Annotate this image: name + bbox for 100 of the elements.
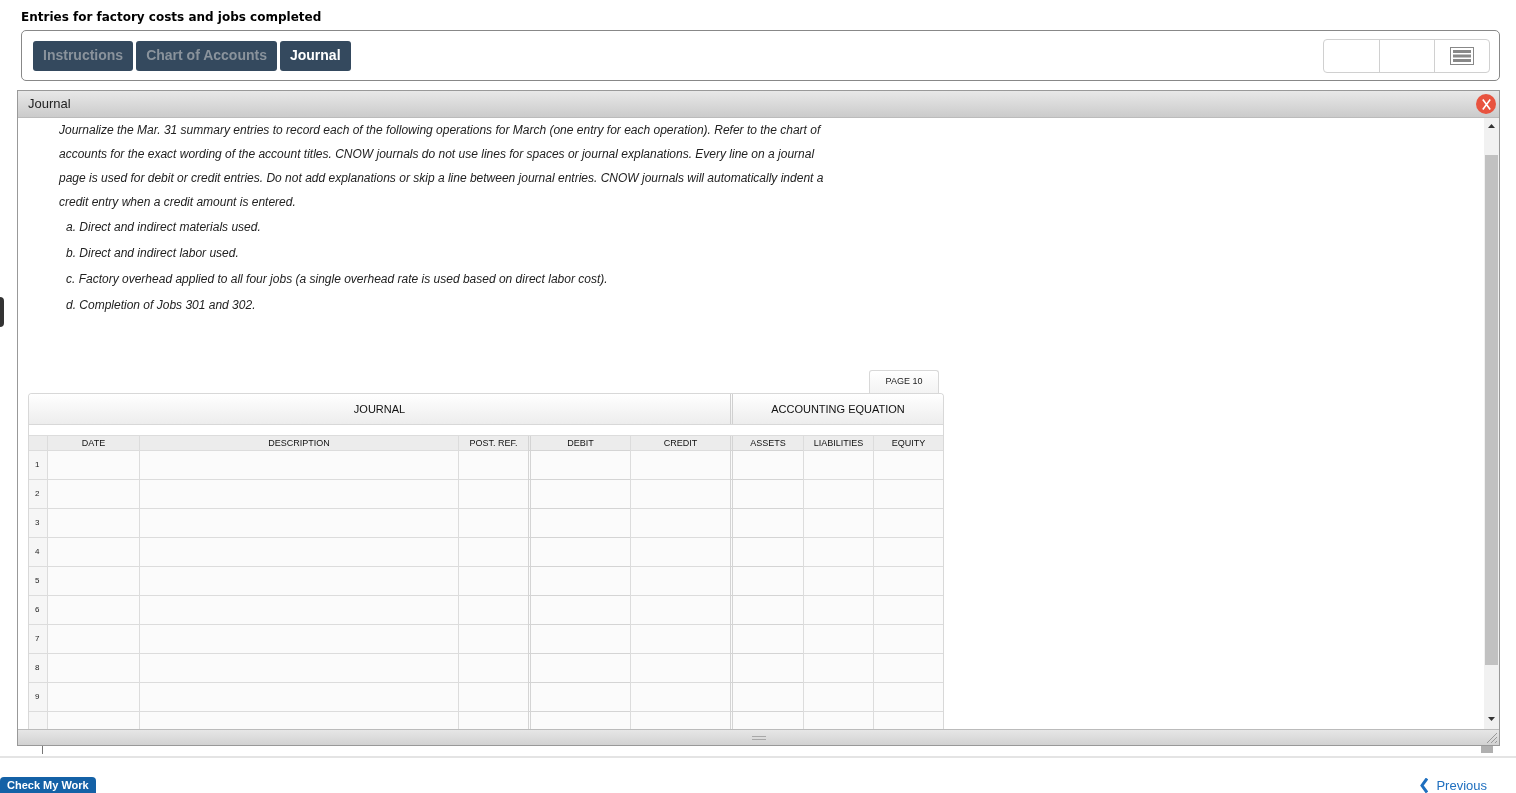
entry-field[interactable] — [47, 683, 139, 712]
entry-field[interactable] — [139, 683, 458, 712]
list-icon — [1450, 46, 1474, 65]
entry-field[interactable] — [47, 654, 139, 683]
entry-field[interactable] — [458, 480, 528, 509]
operation-item: b. Direct and indirect labor used. — [66, 245, 239, 262]
entry-field[interactable] — [139, 596, 458, 625]
entry-field[interactable] — [139, 712, 458, 729]
entry-field[interactable] — [803, 480, 873, 509]
entry-field[interactable] — [139, 480, 458, 509]
entry-field[interactable] — [528, 567, 630, 596]
entry-field[interactable] — [458, 712, 528, 729]
entry-field[interactable] — [630, 596, 730, 625]
entry-field[interactable] — [458, 538, 528, 567]
entry-field[interactable] — [803, 596, 873, 625]
entry-field[interactable] — [803, 451, 873, 480]
entry-field[interactable] — [528, 683, 630, 712]
entry-field[interactable] — [139, 625, 458, 654]
entry-field[interactable] — [873, 451, 943, 480]
row-number: 4 — [29, 538, 47, 567]
check-my-work-button[interactable]: Check My Work — [0, 777, 96, 793]
entry-field[interactable] — [528, 480, 630, 509]
page-tab[interactable]: PAGE 10 — [869, 370, 939, 393]
entry-field[interactable] — [873, 625, 943, 654]
entry-field[interactable] — [803, 654, 873, 683]
entry-field[interactable] — [730, 596, 803, 625]
resize-bar[interactable] — [18, 729, 1499, 745]
entry-field[interactable] — [730, 567, 803, 596]
entry-field[interactable] — [630, 683, 730, 712]
entry-field[interactable] — [803, 625, 873, 654]
entry-field[interactable] — [458, 509, 528, 538]
entry-field[interactable] — [873, 683, 943, 712]
entry-field[interactable] — [630, 712, 730, 729]
entry-field[interactable] — [730, 509, 803, 538]
entry-field[interactable] — [803, 509, 873, 538]
entry-field[interactable] — [47, 712, 139, 729]
resize-corner-icon[interactable] — [1487, 733, 1497, 743]
entry-field[interactable] — [528, 596, 630, 625]
entry-field[interactable] — [873, 538, 943, 567]
entry-field[interactable] — [803, 567, 873, 596]
row-number: 8 — [29, 654, 47, 683]
entry-field[interactable] — [630, 567, 730, 596]
entry-field[interactable] — [730, 451, 803, 480]
entry-field[interactable] — [873, 596, 943, 625]
entry-field[interactable] — [630, 451, 730, 480]
entry-field[interactable] — [458, 625, 528, 654]
entry-field[interactable] — [458, 596, 528, 625]
scroll-down-icon[interactable] — [1488, 717, 1495, 721]
entry-field[interactable] — [528, 654, 630, 683]
entry-field[interactable] — [47, 596, 139, 625]
entry-field[interactable] — [47, 625, 139, 654]
entry-field[interactable] — [730, 654, 803, 683]
entry-field[interactable] — [730, 683, 803, 712]
row-number: 9 — [29, 683, 47, 712]
entry-field[interactable] — [630, 625, 730, 654]
entry-field[interactable] — [730, 480, 803, 509]
entry-field[interactable] — [47, 538, 139, 567]
entry-field[interactable] — [803, 683, 873, 712]
scrollbar-thumb[interactable] — [1485, 155, 1498, 665]
entry-field[interactable] — [139, 567, 458, 596]
previous-link[interactable]: Previous — [1420, 778, 1487, 793]
entry-field[interactable] — [528, 509, 630, 538]
entry-field[interactable] — [47, 451, 139, 480]
entry-field[interactable] — [873, 480, 943, 509]
chevron-left-icon — [1420, 778, 1429, 793]
entry-field[interactable] — [803, 538, 873, 567]
entry-field[interactable] — [873, 567, 943, 596]
entry-field[interactable] — [873, 509, 943, 538]
scroll-up-icon[interactable] — [1488, 124, 1495, 128]
entry-field[interactable] — [458, 451, 528, 480]
scrollbar[interactable] — [1484, 118, 1499, 729]
row-number-cell — [29, 712, 47, 729]
entry-field[interactable] — [630, 480, 730, 509]
entry-field[interactable] — [139, 451, 458, 480]
row-number: 1 — [29, 451, 47, 480]
entry-field[interactable] — [139, 654, 458, 683]
entry-field[interactable] — [873, 654, 943, 683]
entry-field[interactable] — [528, 712, 630, 729]
entry-field[interactable] — [139, 538, 458, 567]
entry-field[interactable] — [873, 712, 943, 729]
entry-field[interactable] — [528, 538, 630, 567]
entry-field[interactable] — [528, 451, 630, 480]
entry-field[interactable] — [630, 538, 730, 567]
entry-field[interactable] — [47, 480, 139, 509]
entry-field[interactable] — [528, 625, 630, 654]
entry-field[interactable] — [630, 509, 730, 538]
entry-field[interactable] — [730, 538, 803, 567]
entry-field[interactable] — [139, 509, 458, 538]
entry-field[interactable] — [730, 625, 803, 654]
entry-field[interactable] — [630, 654, 730, 683]
tab[interactable]: Journal — [279, 40, 351, 71]
entry-field[interactable] — [47, 509, 139, 538]
row-number: 7 — [29, 625, 47, 654]
entry-field[interactable] — [47, 567, 139, 596]
entry-field[interactable] — [458, 567, 528, 596]
close-button[interactable] — [1476, 94, 1496, 114]
entry-field[interactable] — [458, 654, 528, 683]
entry-field[interactable] — [458, 683, 528, 712]
entry-field[interactable] — [803, 712, 873, 729]
entry-field[interactable] — [730, 712, 803, 729]
